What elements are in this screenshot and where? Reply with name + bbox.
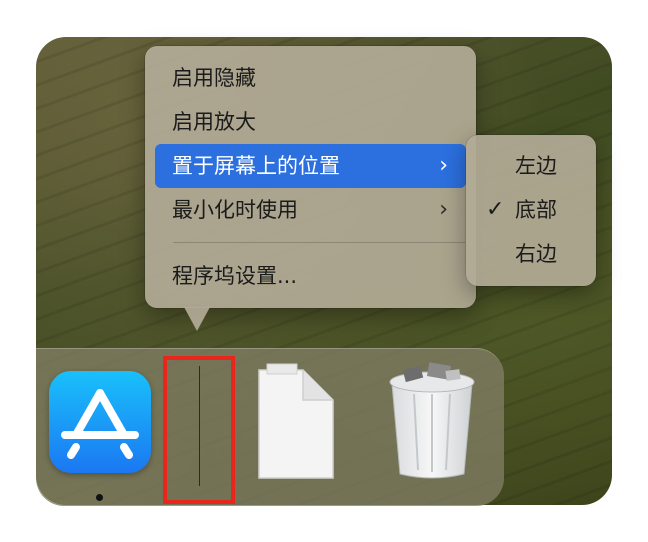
app-store-icon[interactable] — [49, 371, 151, 473]
menu-item-dock-settings[interactable]: 程序坞设置... — [155, 254, 466, 298]
submenu-item-label: 左边 — [515, 154, 557, 178]
submenu-item-bottom[interactable]: ✓ 底部 — [472, 188, 590, 232]
menu-item-label: 启用放大 — [172, 110, 256, 134]
menu-item-enable-magnification[interactable]: 启用放大 — [155, 100, 466, 144]
dock-context-menu: 启用隐藏 启用放大 置于屏幕上的位置 › 最小化时使用 › 程序坞设置... — [145, 46, 476, 308]
submenu-item-left[interactable]: 左边 — [472, 144, 590, 188]
menu-item-label: 最小化时使用 — [172, 198, 298, 222]
menu-item-label: 置于屏幕上的位置 — [172, 154, 340, 178]
menu-item-label: 启用隐藏 — [172, 66, 256, 90]
chevron-right-icon: › — [439, 153, 448, 178]
trash-full-icon[interactable] — [384, 360, 480, 480]
menu-item-minimize-using[interactable]: 最小化时使用 › — [155, 188, 466, 232]
menu-item-position-on-screen[interactable]: 置于屏幕上的位置 › — [155, 144, 466, 188]
trash-glyph — [389, 362, 475, 479]
document-icon[interactable] — [257, 362, 337, 482]
menu-item-label: 程序坞设置... — [172, 264, 298, 288]
menu-pointer — [184, 307, 210, 331]
checkmark-icon: ✓ — [486, 197, 505, 222]
submenu-item-right[interactable]: 右边 — [472, 232, 590, 276]
app-store-glyph — [61, 389, 139, 459]
position-submenu: 左边 ✓ 底部 右边 — [466, 135, 596, 286]
submenu-item-label: 右边 — [515, 242, 557, 266]
menu-item-enable-hiding[interactable]: 启用隐藏 — [155, 56, 466, 100]
document-glyph — [258, 363, 334, 479]
submenu-item-label: 底部 — [515, 198, 557, 222]
dock-divider[interactable] — [199, 366, 200, 486]
running-indicator-dot — [96, 494, 103, 501]
chevron-right-icon: › — [439, 197, 448, 222]
menu-separator — [173, 242, 465, 243]
